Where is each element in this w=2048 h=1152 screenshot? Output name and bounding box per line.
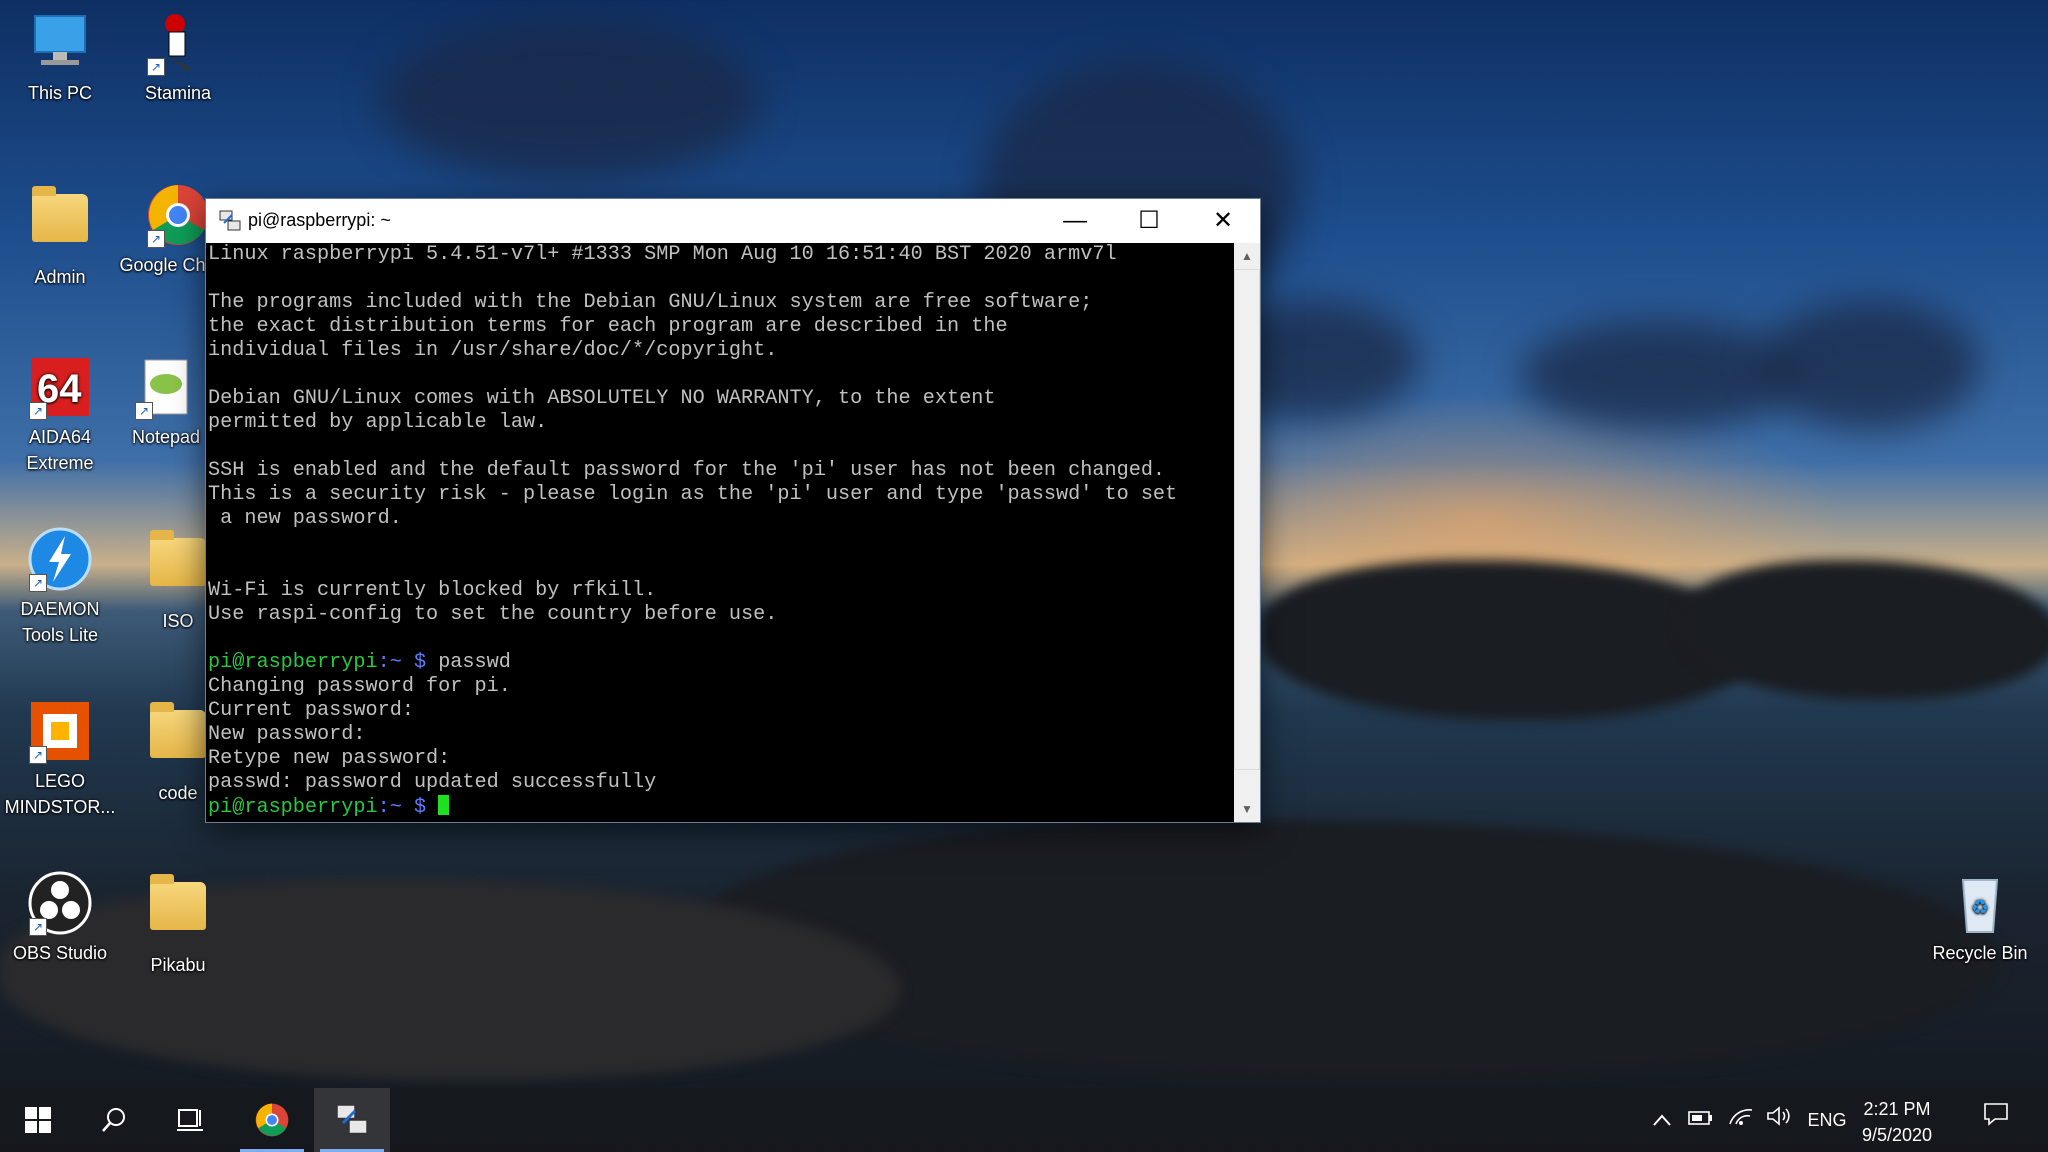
shortcut-arrow-icon: ↗ [29,574,47,592]
scroll-up-icon[interactable]: ▲ [1234,243,1260,269]
folder-icon [150,530,206,586]
minimize-button[interactable]: — [1038,199,1112,243]
task-view-icon [177,1109,203,1131]
svg-text:♻: ♻ [1971,895,1989,919]
desktop-icon-label: Admin [34,267,86,287]
taskbar-putty[interactable] [314,1088,390,1152]
folder-icon [150,702,206,758]
scroll-down-icon[interactable]: ▼ [1234,796,1260,822]
rock [700,820,2000,1080]
shortcut-arrow-icon: ↗ [147,230,165,248]
cloud [1520,320,1800,430]
start-button[interactable] [0,1088,76,1152]
desktop-icon-label: LEGO MINDSTOR... [4,771,116,817]
battery-icon [1688,1111,1712,1125]
network-button[interactable] [1724,1088,1758,1152]
search-button[interactable] [76,1088,152,1152]
recycle-bin-icon: ♻ [1961,879,1999,933]
desktop-icon-label: Recycle Bin [1932,943,2028,963]
search-icon [102,1108,125,1132]
rock [1680,560,2048,700]
clock-date: 9/5/2020 [1861,1125,1933,1145]
putty-terminal-window[interactable]: pi@raspberrypi: ~ — ☐ ✕ Linux raspberryp… [205,198,1261,823]
cloud [1760,300,1980,430]
prompt-path: :~ $ [377,651,427,674]
taskbar: ENG 2:21 PM 9/5/2020 [0,1088,2048,1152]
desktop-icon-stamina[interactable]: ↗ Stamina [118,10,238,106]
desktop-icon-label: Stamina [144,83,212,103]
taskbar-chrome[interactable] [234,1088,310,1152]
speaker-icon [1767,1106,1790,1126]
terminal-text: Linux raspberrypi 5.4.51-v7l+ #1333 SMP … [208,243,1178,819]
task-view-button[interactable] [152,1088,228,1152]
wifi-icon [1729,1109,1753,1125]
terminal-output[interactable]: Linux raspberrypi 5.4.51-v7l+ #1333 SMP … [206,243,1232,822]
desktop-icon-recycle-bin[interactable]: ♻ Recycle Bin [1920,870,2040,966]
desktop-icon-label: This PC [27,83,92,103]
desktop-icon-label: OBS Studio [12,943,108,963]
close-button[interactable]: ✕ [1186,199,1260,243]
shortcut-arrow-icon: ↗ [29,402,47,420]
action-center-button[interactable] [1968,1088,2024,1152]
vertical-scrollbar[interactable]: ▲ ▼ [1234,243,1260,822]
desktop-icon-daemon-tools[interactable]: ↗ DAEMON Tools Lite [0,526,120,648]
folder-icon [150,874,206,930]
putty-icon [336,1104,368,1135]
chrome-icon [255,1103,289,1137]
prompt-user: pi@raspberrypi [208,651,378,674]
desktop-icon-lego-mindstorms[interactable]: ↗ LEGO MINDSTOR... [0,698,120,820]
chevron-up-icon [1653,1114,1671,1126]
putty-icon [219,210,241,231]
volume-button[interactable] [1762,1088,1796,1152]
desktop-icon-label: DAEMON Tools Lite [20,599,100,645]
prompt-user: pi@raspberrypi [208,796,378,819]
desktop-icon-obs-studio[interactable]: ↗ OBS Studio [0,870,120,966]
scrollbar-thumb[interactable] [1234,269,1260,770]
start-icon [25,1107,51,1133]
taskbar-clock[interactable]: 2:21 PM 9/5/2020 [1842,1096,1952,1148]
desktop-icon-pikabu[interactable]: Pikabu [118,870,238,978]
typed-command: passwd [426,651,511,674]
cloud [380,20,760,180]
maximize-button[interactable]: ☐ [1112,199,1186,243]
desktop-icon-aida64[interactable]: 64 ↗ AIDA64 Extreme [0,354,120,476]
desktop-icon-label: AIDA64 Extreme [26,427,94,473]
shortcut-arrow-icon: ↗ [29,746,47,764]
clock-time: 2:21 PM [1863,1099,1931,1119]
desktop-icon-admin[interactable]: Admin [0,182,120,290]
window-title: pi@raspberrypi: ~ [248,210,391,230]
prompt-path: :~ $ [377,796,427,819]
show-hidden-icons-button[interactable] [1646,1088,1678,1152]
shortcut-arrow-icon: ↗ [29,918,47,936]
window-titlebar[interactable]: pi@raspberrypi: ~ — ☐ ✕ [206,199,1260,243]
desktop-icon-label: Pikabu [150,955,206,975]
battery-button[interactable] [1684,1088,1718,1152]
shortcut-arrow-icon: ↗ [135,402,153,420]
user-folder-icon [32,186,88,242]
terminal-cursor [438,795,450,815]
shortcut-arrow-icon: ↗ [147,58,165,76]
desktop-icon-this-pc[interactable]: This PC [0,10,120,106]
this-pc-icon [34,15,86,65]
notification-icon [1984,1103,2008,1126]
